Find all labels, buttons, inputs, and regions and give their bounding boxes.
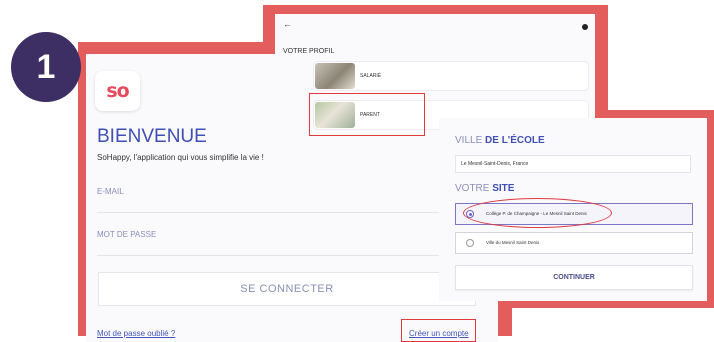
forgot-password-link[interactable]: Mot de passe oublié ? <box>97 329 175 338</box>
profile-option-label: SALARIÉ <box>360 73 382 79</box>
site-title-bold: SITE <box>492 183 515 194</box>
continue-button[interactable]: CONTINUER <box>455 265 693 290</box>
city-title-bold: DE L'ÉCOLE <box>485 135 545 146</box>
site-section-title: VOTRE SITE <box>455 183 514 194</box>
site-title-prefix: VOTRE <box>455 183 490 194</box>
password-field-underline <box>97 255 477 256</box>
welcome-title: BIENVENUE <box>97 126 207 147</box>
create-account-highlight <box>401 319 476 342</box>
password-field[interactable]: MOT DE PASSE <box>97 230 156 239</box>
city-input[interactable]: Le Mesnil-Saint-Denis, France <box>455 155 691 173</box>
email-field[interactable]: E-MAIL <box>97 187 124 196</box>
arrow-left-icon[interactable]: ← <box>283 19 292 29</box>
radio-unselected-icon[interactable] <box>466 239 474 247</box>
salarie-photo <box>315 63 355 89</box>
email-field-underline <box>97 212 477 213</box>
city-title-prefix: VILLE <box>455 135 483 146</box>
tutorial-illustration: 1 so BIENVENUE SoHappy, l'application qu… <box>0 0 714 342</box>
sohappy-logo: so <box>95 71 140 111</box>
login-button[interactable]: SE CONNECTER <box>98 272 476 306</box>
parent-option-highlight <box>309 93 425 136</box>
site-option-ville[interactable]: Ville du Mesnil Saint Denis <box>455 232 693 254</box>
step-number-badge: 1 <box>11 32 81 102</box>
city-section-title: VILLE DE L'ÉCOLE <box>455 135 545 146</box>
site-option-label: Ville du Mesnil Saint Denis <box>486 240 540 245</box>
profile-option-salarie[interactable]: SALARIÉ <box>313 61 589 91</box>
selected-site-highlight <box>463 198 612 228</box>
info-dot-icon[interactable] <box>582 24 588 30</box>
app-tagline: SoHappy, l'application qui vous simplifi… <box>97 153 264 162</box>
profile-title: VOTRE PROFIL <box>283 48 335 55</box>
